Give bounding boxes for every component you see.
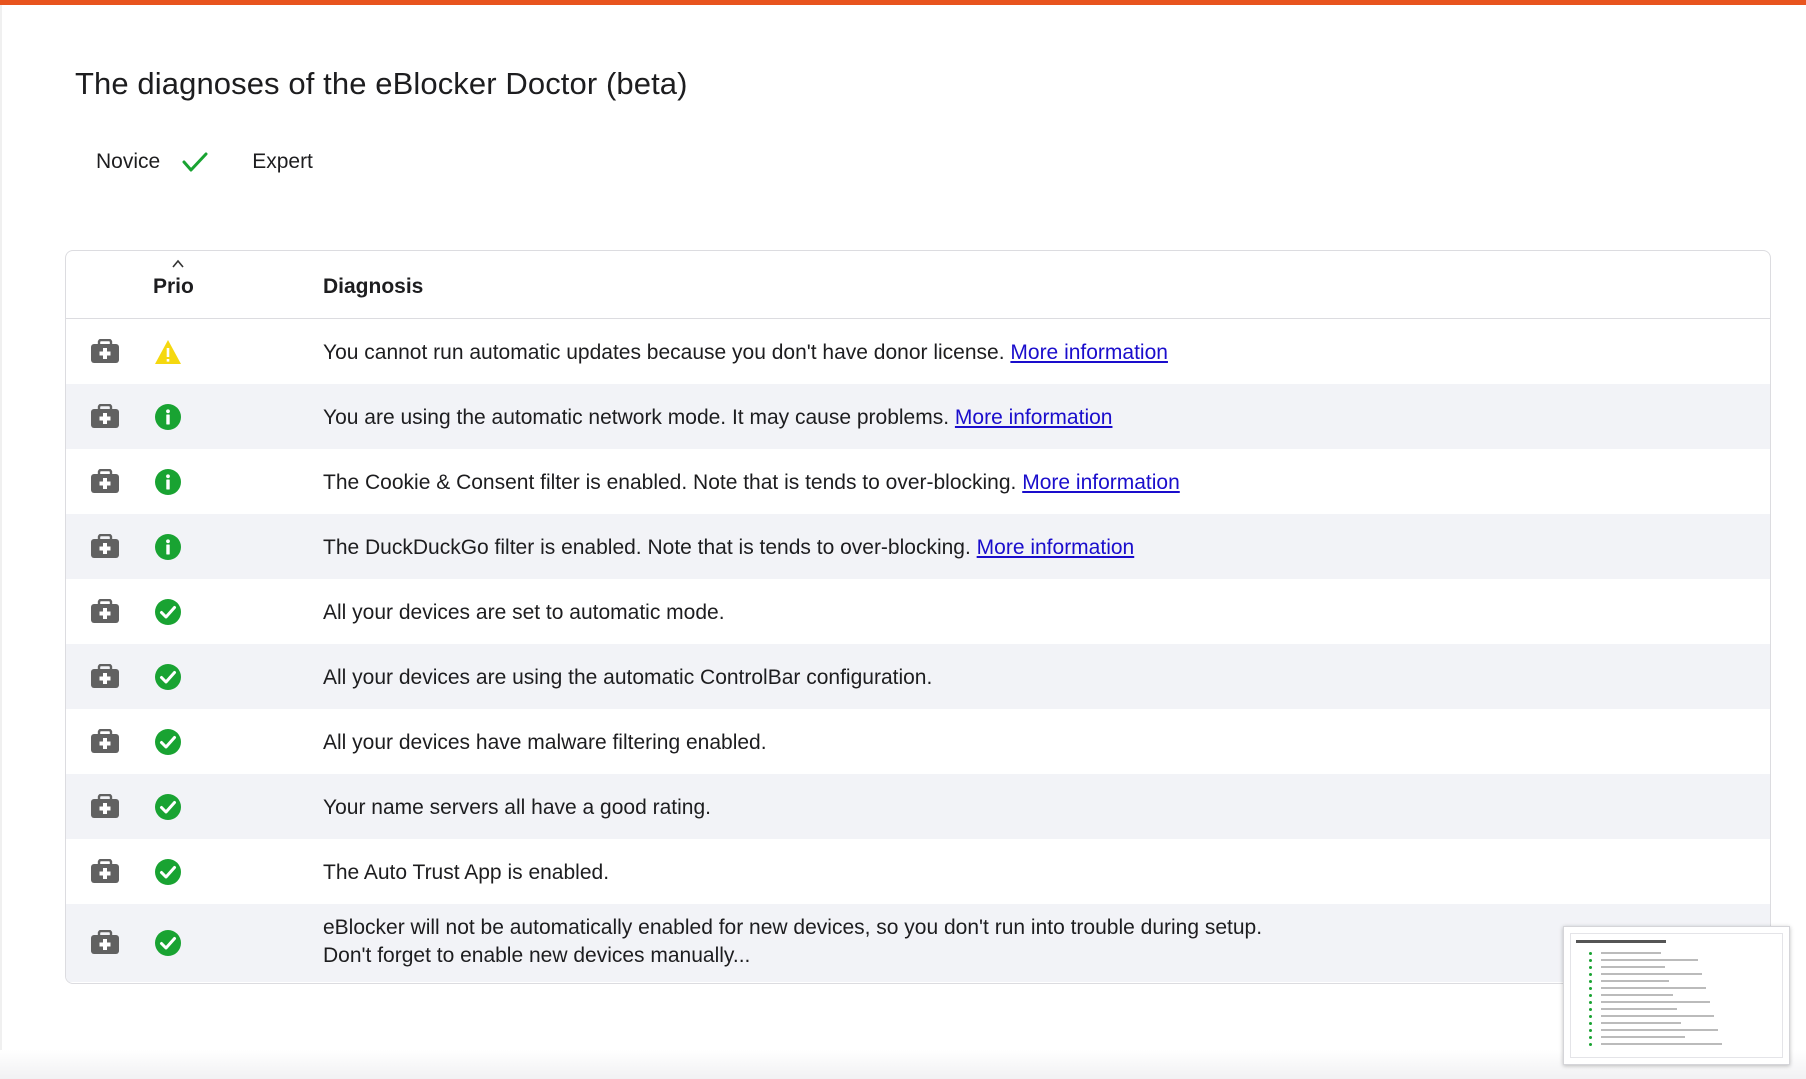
- top-accent-bar: [0, 0, 1806, 5]
- diagnosis-cell: All your devices are using the automatic…: [323, 664, 932, 692]
- table-row: Your name servers all have a good rating…: [66, 774, 1770, 839]
- thumbnail-preview: [1570, 933, 1783, 1058]
- thumbnail-row-dot: [1589, 965, 1592, 969]
- table-row: All your devices have malware filtering …: [66, 709, 1770, 774]
- thumbnail-row-line: [1601, 1022, 1681, 1024]
- left-edge: [0, 5, 2, 1079]
- thumbnail-row-line: [1601, 1015, 1714, 1017]
- diagnosis-cell: The Cookie & Consent filter is enabled. …: [323, 469, 1180, 497]
- table-row: The Cookie & Consent filter is enabled. …: [66, 449, 1770, 514]
- more-information-link[interactable]: More information: [955, 406, 1113, 429]
- warning-icon: [154, 338, 182, 366]
- table-header: Prio Diagnosis: [66, 251, 1770, 319]
- table-row: You are using the automatic network mode…: [66, 384, 1770, 449]
- thumbnail-row-dot: [1589, 993, 1592, 997]
- info-icon: [154, 468, 182, 496]
- first-aid-kit-icon[interactable]: [90, 663, 120, 689]
- bottom-edge: [0, 1050, 1806, 1079]
- info-icon: [154, 533, 182, 561]
- first-aid-kit-icon[interactable]: [90, 598, 120, 624]
- thumbnail-row-dot: [1589, 986, 1592, 990]
- check-circle-icon: [154, 858, 182, 886]
- diagnosis-cell: All your devices are set to automatic mo…: [323, 599, 725, 627]
- thumbnail-row-line: [1601, 1001, 1710, 1003]
- first-aid-kit-icon[interactable]: [90, 728, 120, 754]
- diagnosis-text: All your devices are using the automatic…: [323, 666, 933, 689]
- thumbnail-row-line: [1601, 1036, 1685, 1038]
- first-aid-kit-icon[interactable]: [90, 793, 120, 819]
- diagnosis-cell: The DuckDuckGo filter is enabled. Note t…: [323, 534, 1134, 562]
- diagnosis-cell: All your devices have malware filtering …: [323, 729, 767, 757]
- check-circle-icon: [154, 663, 182, 691]
- check-circle-icon: [154, 793, 182, 821]
- table-body: You cannot run automatic updates because…: [66, 319, 1770, 982]
- thumbnail-row-line: [1601, 952, 1661, 954]
- thumbnail-row-dot: [1589, 951, 1592, 955]
- thumbnail-row-dot: [1589, 1000, 1592, 1004]
- screenshot-thumbnail[interactable]: [1563, 926, 1790, 1065]
- check-circle-icon: [154, 728, 182, 756]
- mode-toggle: Novice Expert: [96, 150, 313, 174]
- thumbnail-row-line: [1601, 973, 1702, 975]
- diagnosis-text: Your name servers all have a good rating…: [323, 796, 711, 819]
- more-information-link[interactable]: More information: [1022, 471, 1180, 494]
- thumbnail-row-dot: [1589, 972, 1592, 976]
- thumbnail-row-line: [1601, 987, 1706, 989]
- thumbnail-row-line: [1601, 959, 1698, 961]
- page-title: The diagnoses of the eBlocker Doctor (be…: [75, 66, 688, 101]
- thumbnail-row-dot: [1589, 1007, 1592, 1011]
- table-row: All your devices are using the automatic…: [66, 644, 1770, 709]
- thumbnail-row-dot: [1589, 1042, 1592, 1046]
- mode-novice-option[interactable]: Novice: [96, 150, 160, 174]
- info-icon: [154, 403, 182, 431]
- thumbnail-row-dot: [1589, 1014, 1592, 1018]
- more-information-link[interactable]: More information: [977, 536, 1135, 559]
- diagnosis-cell: You cannot run automatic updates because…: [323, 339, 1168, 367]
- table-row: All your devices are set to automatic mo…: [66, 579, 1770, 644]
- diagnosis-text: All your devices are set to automatic mo…: [323, 601, 725, 624]
- first-aid-kit-icon[interactable]: [90, 929, 120, 955]
- checkmark-icon: [182, 152, 208, 172]
- column-header-prio[interactable]: Prio: [153, 275, 194, 299]
- check-circle-icon: [154, 598, 182, 626]
- thumbnail-row-dot: [1589, 1028, 1592, 1032]
- check-circle-icon: [154, 929, 182, 957]
- diagnosis-text: eBlocker will not be automatically enabl…: [323, 916, 1263, 967]
- more-information-link[interactable]: More information: [1010, 341, 1168, 364]
- diagnosis-text: The Cookie & Consent filter is enabled. …: [323, 471, 1017, 494]
- mode-expert-option[interactable]: Expert: [252, 150, 313, 174]
- thumbnail-row-dot: [1589, 1021, 1592, 1025]
- diagnosis-text: All your devices have malware filtering …: [323, 731, 767, 754]
- thumbnail-row-line: [1601, 980, 1669, 982]
- table-row: You cannot run automatic updates because…: [66, 319, 1770, 384]
- thumbnail-row-line: [1601, 994, 1673, 996]
- first-aid-kit-icon[interactable]: [90, 858, 120, 884]
- diagnosis-cell: Your name servers all have a good rating…: [323, 794, 711, 822]
- diagnosis-cell: The Auto Trust App is enabled.: [323, 859, 609, 887]
- diagnosis-text: The Auto Trust App is enabled.: [323, 861, 610, 884]
- first-aid-kit-icon[interactable]: [90, 468, 120, 494]
- diagnosis-text: You cannot run automatic updates because…: [323, 341, 1005, 364]
- thumbnail-title-line: [1576, 940, 1666, 943]
- thumbnail-row-dot: [1589, 958, 1592, 962]
- sort-ascending-icon[interactable]: [171, 259, 185, 268]
- diagnosis-cell: eBlocker will not be automatically enabl…: [323, 914, 1263, 970]
- thumbnail-row-line: [1601, 1043, 1722, 1045]
- thumbnail-row-line: [1601, 1029, 1718, 1031]
- thumbnail-row-dot: [1589, 1035, 1592, 1039]
- column-header-diagnosis[interactable]: Diagnosis: [323, 275, 423, 299]
- diagnosis-cell: You are using the automatic network mode…: [323, 404, 1112, 432]
- diagnosis-text: You are using the automatic network mode…: [323, 406, 950, 429]
- first-aid-kit-icon[interactable]: [90, 338, 120, 364]
- diagnosis-text: The DuckDuckGo filter is enabled. Note t…: [323, 536, 971, 559]
- thumbnail-row-dot: [1589, 979, 1592, 983]
- first-aid-kit-icon[interactable]: [90, 533, 120, 559]
- thumbnail-row-line: [1601, 1008, 1677, 1010]
- table-row: The DuckDuckGo filter is enabled. Note t…: [66, 514, 1770, 579]
- table-row: The Auto Trust App is enabled.: [66, 839, 1770, 904]
- thumbnail-row-line: [1601, 966, 1665, 968]
- diagnoses-table: Prio Diagnosis You cannot run automatic …: [65, 250, 1771, 984]
- first-aid-kit-icon[interactable]: [90, 403, 120, 429]
- table-row: eBlocker will not be automatically enabl…: [66, 904, 1770, 982]
